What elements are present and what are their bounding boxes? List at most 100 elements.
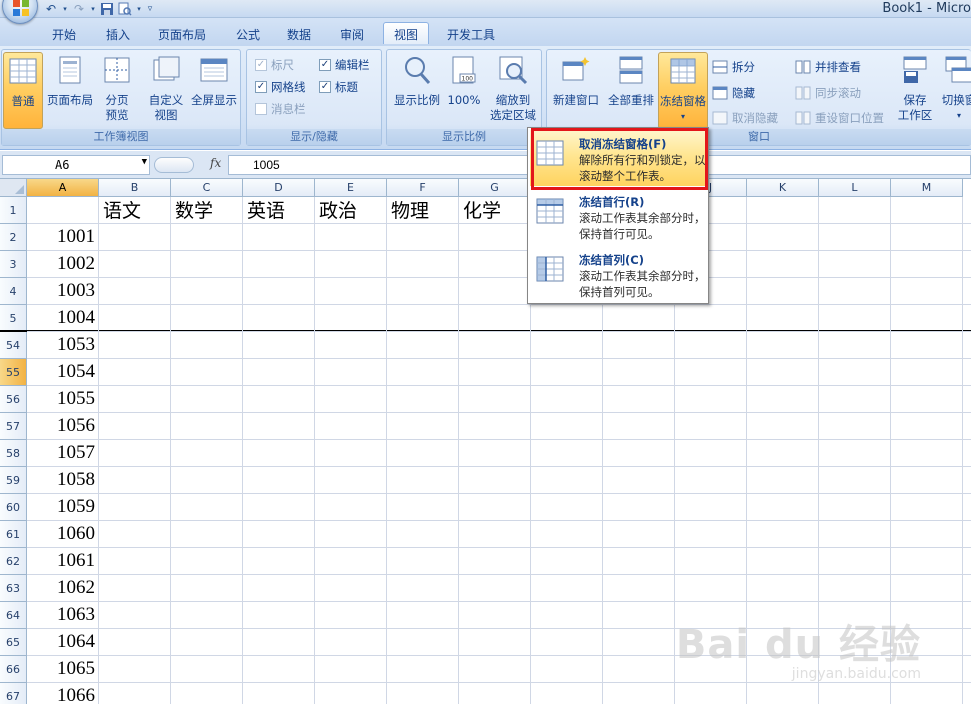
student-id-cell[interactable]: 1063 — [27, 602, 99, 629]
zoom-100-button[interactable]: 100 100% — [445, 52, 483, 108]
reset-window-position-button[interactable]: 重设窗口位置 — [795, 110, 884, 126]
row-header[interactable]: 1 — [0, 197, 27, 224]
row-header[interactable]: 65 — [0, 629, 27, 656]
formula-bar-expander[interactable] — [154, 157, 194, 173]
tab-insert[interactable]: 插入 — [96, 23, 140, 45]
row-header[interactable]: 59 — [0, 467, 27, 494]
student-id-cell[interactable]: 1056 — [27, 413, 99, 440]
new-window-button[interactable]: 新建窗口 — [549, 52, 603, 108]
tab-review[interactable]: 审阅 — [330, 23, 374, 45]
student-id-cell[interactable]: 1001 — [27, 224, 99, 251]
customize-qat-icon[interactable]: ▿ — [146, 2, 154, 16]
column-header-f[interactable]: F — [387, 179, 459, 197]
insert-function-icon[interactable]: fx — [210, 156, 221, 170]
formula-bar-checkbox[interactable]: ✓ 编辑栏 — [319, 57, 370, 73]
synchronous-scrolling-button[interactable]: 同步滚动 — [795, 85, 861, 101]
subject-header-cell[interactable]: 数学 — [171, 198, 213, 224]
dropdown-arrow-icon[interactable]: ▾ — [62, 2, 68, 16]
row-header[interactable]: 63 — [0, 575, 27, 602]
message-bar-checkbox[interactable]: 消息栏 — [255, 101, 306, 117]
row-header[interactable]: 64 — [0, 602, 27, 629]
student-id-cell[interactable]: 1066 — [27, 683, 99, 704]
column-header-b[interactable]: B — [99, 179, 171, 197]
column-header-k[interactable]: K — [747, 179, 819, 197]
student-id-cell[interactable]: 1060 — [27, 521, 99, 548]
column-header-g[interactable]: G — [459, 179, 531, 197]
tab-page-layout[interactable]: 页面布局 — [148, 23, 216, 45]
headings-checkbox[interactable]: ✓ 标题 — [319, 79, 358, 95]
row-header[interactable]: 2 — [0, 224, 27, 251]
tab-view[interactable]: 视图 — [383, 22, 430, 44]
student-id-cell[interactable]: 1065 — [27, 656, 99, 683]
gridlines-checkbox[interactable]: ✓ 网格线 — [255, 79, 306, 95]
dropdown-arrow-icon[interactable]: ▾ — [136, 2, 142, 16]
dropdown-arrow-icon[interactable]: ▾ — [90, 2, 96, 16]
tab-data[interactable]: 数据 — [277, 23, 321, 45]
student-id-cell[interactable]: 1061 — [27, 548, 99, 575]
full-screen-button[interactable]: 全屏显示 — [188, 52, 240, 108]
student-id-cell[interactable]: 1055 — [27, 386, 99, 413]
menu-item-freeze-first-column[interactable]: 冻结首列(C) 滚动工作表其余部分时，保持首列可见。 — [530, 246, 706, 302]
row-header[interactable]: 61 — [0, 521, 27, 548]
row-header[interactable]: 66 — [0, 656, 27, 683]
student-id-cell[interactable]: 1004 — [27, 305, 99, 332]
page-break-preview-button[interactable]: 分页 预览 — [98, 52, 136, 123]
row-header[interactable]: 62 — [0, 548, 27, 575]
row-header[interactable]: 57 — [0, 413, 27, 440]
select-all-button[interactable] — [0, 179, 27, 197]
column-header-c[interactable]: C — [171, 179, 243, 197]
zoom-to-selection-button[interactable]: 缩放到 选定区域 — [487, 52, 539, 123]
row-header[interactable]: 58 — [0, 440, 27, 467]
freeze-panes-button[interactable]: 冻结窗格 ▾ — [658, 52, 708, 129]
row-header[interactable]: 4 — [0, 278, 27, 305]
column-header-m[interactable]: M — [891, 179, 963, 197]
undo-icon[interactable]: ↶ — [44, 2, 58, 16]
student-id-cell[interactable]: 1054 — [27, 359, 99, 386]
redo-icon[interactable]: ↷ — [72, 2, 86, 16]
unhide-button[interactable]: 取消隐藏 — [712, 110, 778, 126]
student-id-cell[interactable]: 1064 — [27, 629, 99, 656]
print-preview-icon[interactable] — [118, 2, 132, 16]
split-button[interactable]: 拆分 — [712, 59, 755, 75]
student-id-cell[interactable]: 1057 — [27, 440, 99, 467]
row-header[interactable]: 5 — [0, 305, 27, 332]
menu-item-freeze-top-row[interactable]: 冻结首行(R) 滚动工作表其余部分时，保持首行可见。 — [530, 188, 706, 244]
row-header[interactable]: 60 — [0, 494, 27, 521]
column-header-e[interactable]: E — [315, 179, 387, 197]
student-id-cell[interactable]: 1002 — [27, 251, 99, 278]
name-box[interactable]: A6 ▼ — [2, 155, 150, 175]
ruler-checkbox[interactable]: ✓ 标尺 — [255, 57, 294, 73]
custom-views-button[interactable]: 自定义 视图 — [146, 52, 186, 123]
row-header[interactable]: 56 — [0, 386, 27, 413]
row-header[interactable]: 54 — [0, 332, 27, 359]
switch-windows-button[interactable]: 切换窗 ▾ — [939, 52, 971, 123]
subject-header-cell[interactable]: 英语 — [243, 198, 285, 224]
arrange-all-button[interactable]: 全部重排 — [605, 52, 657, 108]
tab-formulas[interactable]: 公式 — [226, 23, 270, 45]
view-side-by-side-button[interactable]: 并排查看 — [795, 59, 861, 75]
normal-view-button[interactable]: 普通 — [3, 52, 43, 129]
subject-header-cell[interactable]: 语文 — [99, 198, 141, 224]
tab-home[interactable]: 开始 — [42, 23, 86, 45]
hide-button[interactable]: 隐藏 — [712, 85, 755, 101]
row-header[interactable]: 67 — [0, 683, 27, 704]
dropdown-arrow-icon[interactable]: ▼ — [142, 157, 147, 167]
student-id-cell[interactable]: 1058 — [27, 467, 99, 494]
row-header[interactable]: 55 — [0, 359, 27, 386]
column-header-a[interactable]: A — [27, 179, 99, 197]
student-id-cell[interactable]: 1062 — [27, 575, 99, 602]
tab-developer[interactable]: 开发工具 — [437, 23, 505, 45]
student-id-cell[interactable]: 1059 — [27, 494, 99, 521]
subject-header-cell[interactable]: 物理 — [387, 198, 429, 224]
column-header-l[interactable]: L — [819, 179, 891, 197]
save-workspace-button[interactable]: 保存 工作区 — [895, 52, 935, 123]
zoom-button[interactable]: 显示比例 — [391, 52, 443, 108]
student-id-cell[interactable]: 1053 — [27, 332, 99, 359]
subject-header-cell[interactable]: 政治 — [315, 198, 357, 224]
row-header[interactable]: 3 — [0, 251, 27, 278]
student-id-cell[interactable]: 1003 — [27, 278, 99, 305]
subject-header-cell[interactable]: 化学 — [459, 198, 501, 224]
column-header-d[interactable]: D — [243, 179, 315, 197]
page-layout-view-button[interactable]: 页面布局 — [44, 52, 96, 108]
save-icon[interactable] — [100, 2, 114, 16]
